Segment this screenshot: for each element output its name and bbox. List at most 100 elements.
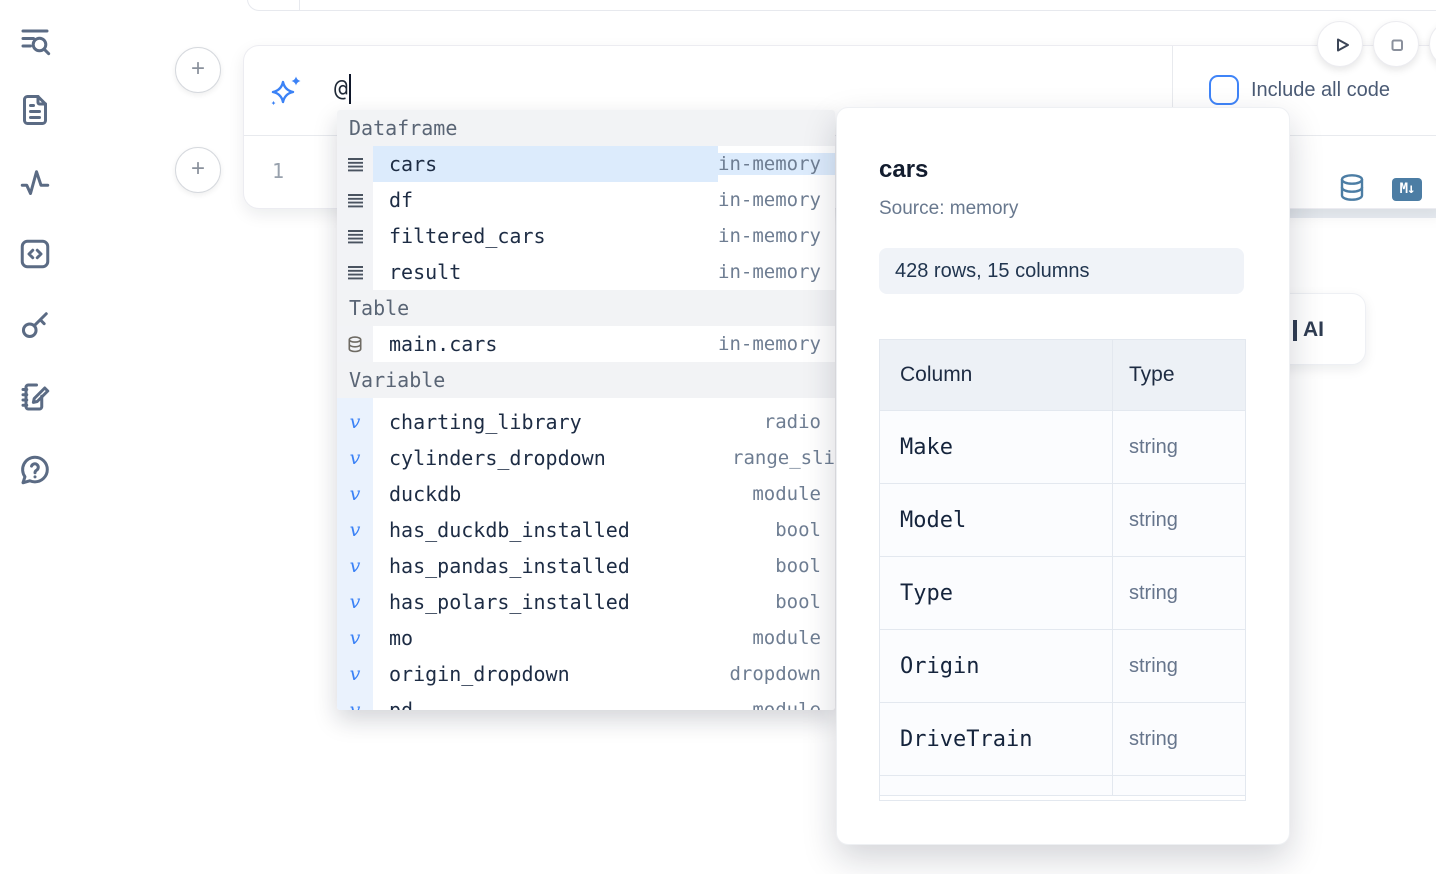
autocomplete-item[interactable]: cars in-memory xyxy=(337,146,835,182)
item-type: bool xyxy=(775,555,835,577)
item-name: result xyxy=(373,254,718,290)
table-row-partial xyxy=(880,776,1245,796)
sidebar-item-activity[interactable] xyxy=(17,165,53,201)
variable-icon: v xyxy=(337,620,373,656)
sidebar-item-snippets[interactable] xyxy=(17,236,53,272)
variable-icon: v xyxy=(337,440,373,476)
variable-icon: v xyxy=(337,548,373,584)
item-type: bool xyxy=(775,591,835,613)
column-name: Origin xyxy=(900,654,979,679)
autocomplete-item[interactable]: v has_duckdb_installed bool xyxy=(337,512,835,548)
column-type: string xyxy=(1129,728,1178,751)
sparkle-ai-icon xyxy=(268,73,304,109)
schema-table-header: Column Type xyxy=(880,340,1245,411)
dataframe-icon xyxy=(337,254,373,290)
table-row: Make string xyxy=(880,411,1245,484)
dataframe-preview-popover: cars Source: memory 428 rows, 15 columns… xyxy=(836,107,1290,845)
markdown-icon[interactable]: M↓ xyxy=(1392,178,1422,201)
autocomplete-item[interactable]: v has_polars_installed bool xyxy=(337,584,835,620)
sidebar-item-toc-search[interactable] xyxy=(17,22,53,58)
table-group: main.cars in-memory xyxy=(337,326,835,362)
activity-icon xyxy=(17,188,53,205)
previous-cell-edge xyxy=(247,0,1436,11)
column-name: Make xyxy=(900,435,953,460)
variable-icon: v xyxy=(337,476,373,512)
item-name: has_duckdb_installed xyxy=(373,512,775,548)
item-name: cars xyxy=(373,146,718,182)
autocomplete-item[interactable]: v has_pandas_installed bool xyxy=(337,548,835,584)
item-type: in-memory xyxy=(718,153,835,175)
sidebar-item-scratchpad[interactable] xyxy=(17,379,53,415)
database-icon xyxy=(337,326,373,362)
item-type: in-memory xyxy=(718,261,835,283)
ai-button-label: AI xyxy=(1303,318,1324,342)
autocomplete-item[interactable]: v cylinders_dropdown range_sli xyxy=(337,440,835,476)
text-caret xyxy=(349,74,352,104)
group-header-table: Table xyxy=(337,290,835,326)
item-type: module xyxy=(752,627,835,649)
autocomplete-item[interactable]: v duckdb module xyxy=(337,476,835,512)
dataframe-icon xyxy=(337,218,373,254)
dataframe-icon xyxy=(337,146,373,182)
column-type: string xyxy=(1129,582,1178,605)
column-name: Type xyxy=(900,581,953,606)
key-icon xyxy=(17,330,53,347)
notebook-screen: + + @ Include all code 1 xyxy=(0,0,1436,874)
variable-icon: v xyxy=(337,692,373,710)
ai-prompt-input[interactable]: @ xyxy=(334,74,351,104)
item-name: pd xyxy=(373,692,752,710)
sidebar-item-files[interactable] xyxy=(17,92,53,128)
autocomplete-item[interactable]: df in-memory xyxy=(337,182,835,218)
preview-source: Source: memory xyxy=(879,198,1244,220)
autocomplete-item[interactable]: v mo module xyxy=(337,620,835,656)
column-name: DriveTrain xyxy=(900,727,1032,752)
group-header-dataframe: Dataframe xyxy=(337,110,835,146)
autocomplete-item[interactable]: result in-memory xyxy=(337,254,835,290)
sidebar-item-help[interactable] xyxy=(17,452,53,488)
item-type: module xyxy=(752,699,835,710)
add-cell-button-top[interactable]: + xyxy=(175,47,221,93)
include-all-code-checkbox[interactable] xyxy=(1209,75,1239,105)
variable-icon: v xyxy=(337,404,373,440)
table-row: Type string xyxy=(880,557,1245,630)
item-type: in-memory xyxy=(718,225,835,247)
autocomplete-item[interactable]: v charting_library radio xyxy=(337,404,835,440)
ai-prompt-text: @ xyxy=(334,76,348,102)
code-snippet-icon xyxy=(17,259,53,276)
item-type: module xyxy=(752,483,835,505)
autocomplete-item[interactable]: main.cars in-memory xyxy=(337,326,835,362)
variable-group: v charting_library radio v cylinders_dro… xyxy=(337,404,835,710)
group-header-variable: Variable xyxy=(337,362,835,398)
item-name: charting_library xyxy=(373,404,764,440)
column-type: string xyxy=(1129,655,1178,678)
autocomplete-item[interactable]: v pd module xyxy=(337,692,835,710)
scratchpad-icon xyxy=(17,402,53,419)
autocomplete-item[interactable]: filtered_cars in-memory xyxy=(337,218,835,254)
clipped-letter-fragment xyxy=(1293,320,1297,341)
column-type: string xyxy=(1129,436,1178,459)
include-all-code-label: Include all code xyxy=(1251,79,1390,102)
item-name: origin_dropdown xyxy=(373,656,729,692)
item-name: has_pandas_installed xyxy=(373,548,775,584)
line-number: 1 xyxy=(268,159,288,183)
item-type: dropdown xyxy=(729,663,835,685)
add-cell-button-bottom[interactable]: + xyxy=(175,147,221,193)
type-header: Type xyxy=(1113,340,1245,410)
run-cell-button[interactable] xyxy=(1317,21,1363,67)
item-type: in-memory xyxy=(718,189,835,211)
variable-icon: v xyxy=(337,512,373,548)
item-name: filtered_cars xyxy=(373,218,718,254)
item-type: in-memory xyxy=(718,333,835,355)
file-document-icon xyxy=(17,115,53,132)
database-icon[interactable] xyxy=(1338,173,1366,203)
previous-cell-divider xyxy=(299,0,300,10)
autocomplete-item[interactable]: v origin_dropdown dropdown xyxy=(337,656,835,692)
item-name: main.cars xyxy=(373,326,718,362)
sidebar-item-keys[interactable] xyxy=(17,307,53,343)
dataframe-group: cars in-memory df in-memory filtered_car… xyxy=(337,146,835,290)
variable-icon: v xyxy=(337,656,373,692)
column-type: string xyxy=(1129,509,1178,532)
column-name: Model xyxy=(900,508,966,533)
item-type: range_sli xyxy=(732,447,835,469)
stop-button[interactable] xyxy=(1373,21,1419,67)
